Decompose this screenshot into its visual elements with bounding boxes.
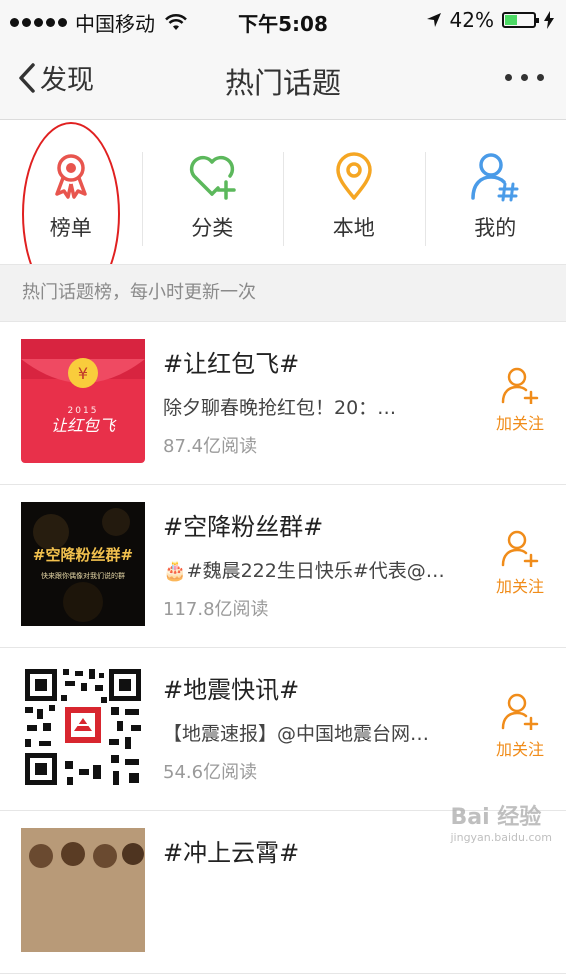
watermark-url: jingyan.baidu.com [450,831,552,844]
baidu-jingyan-watermark: Bai 经验 jingyan.baidu.com [450,799,552,844]
add-user-icon [500,529,540,567]
tab-local-label: 本地 [333,212,375,242]
topic-item[interactable]: #地震快讯# 【地震速报】@中国地震台网… 54.6亿阅读 加关注 [0,648,566,811]
topic-title[interactable]: #冲上云霄# [163,833,299,868]
heart-plus-icon [184,148,240,204]
thumbnail-caption: #空降粉丝群# [33,546,133,564]
topic-description: 除夕聊春晚抢红包！20：… [163,393,463,420]
topic-title[interactable]: #让红包飞# [163,344,299,379]
follow-button[interactable]: 加关注 [494,529,546,597]
tab-ranking-label: 榜单 [50,212,92,242]
topic-thumbnail [21,665,145,789]
page-title: 热门话题 [0,60,566,102]
tab-mine-label: 我的 [474,212,516,242]
thumbnail-subcaption: 快来跟你偶像对我们说的群 [41,571,125,580]
location-pin-icon [326,148,382,204]
ribbon-award-icon [43,148,99,204]
yuan-coin-icon: ¥ [78,364,88,383]
location-arrow-icon [426,12,442,28]
more-options-button[interactable] [505,74,544,81]
topic-thumbnail: #空降粉丝群# 快来跟你偶像对我们说的群 [21,502,145,626]
status-bar: 中国移动 下午5:08 42% [0,0,566,40]
tab-categories-label: 分类 [191,212,233,242]
battery-icon [502,12,536,28]
follow-label: 加关注 [496,573,544,597]
tab-categories[interactable]: 分类 [142,128,284,264]
follow-label: 加关注 [496,736,544,760]
user-hash-icon [467,148,523,204]
topic-read-count: 117.8亿阅读 [163,595,269,621]
tab-mine[interactable]: 我的 [425,128,566,264]
topic-item[interactable]: #空降粉丝群# 快来跟你偶像对我们说的群 #空降粉丝群# 🎂#魏晨222生日快乐… [0,485,566,648]
watermark-brand: Bai 经验 [450,805,541,830]
topic-item[interactable]: ¥ 2015 让红包飞 #让红包飞# 除夕聊春晚抢红包！20：… 87.4亿阅读… [0,322,566,485]
thumbnail-caption: 让红包飞 [51,416,117,435]
navigation-bar: 发现 热门话题 [0,40,566,120]
follow-button[interactable]: 加关注 [494,692,546,760]
topic-title[interactable]: #空降粉丝群# [163,507,323,542]
tab-ranking[interactable]: 榜单 [0,128,142,264]
section-header: 热门话题榜，每小时更新一次 [0,264,566,322]
tab-local[interactable]: 本地 [283,128,425,264]
thumbnail-year: 2015 [68,406,99,416]
category-tabs: 榜单 分类 本地 我的 [0,128,566,264]
topic-description: 【地震速报】@中国地震台网… [163,719,463,746]
topic-read-count: 54.6亿阅读 [163,758,257,784]
status-right: 42% [426,8,554,32]
battery-percent: 42% [450,8,494,32]
follow-button[interactable]: 加关注 [494,366,546,434]
topic-description: 🎂#魏晨222生日快乐#代表@… [163,556,463,583]
qr-code-image [21,665,145,789]
topic-read-count: 87.4亿阅读 [163,432,257,458]
charging-bolt-icon [544,11,554,29]
topic-thumbnail [21,828,145,952]
add-user-icon [500,366,540,404]
topic-thumbnail: ¥ 2015 让红包飞 [21,339,145,463]
follow-label: 加关注 [496,410,544,434]
topic-title[interactable]: #地震快讯# [163,670,299,705]
add-user-icon [500,692,540,730]
